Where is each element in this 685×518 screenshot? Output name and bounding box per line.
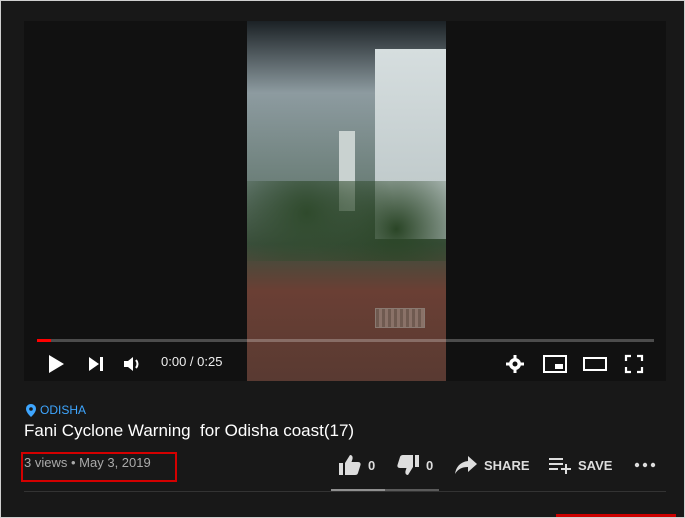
video-title: Fani Cyclone Warning for Odisha coast(17… [24,421,355,440]
miniplayer-button[interactable] [542,352,568,376]
location-label: ODISHA [40,403,87,417]
save-label: SAVE [578,457,613,473]
progress-bar[interactable] [37,339,654,342]
theater-mode-button[interactable] [582,352,608,376]
progress-fill [37,339,51,342]
video-frame[interactable] [247,21,446,381]
player-controls: 0:00 / 0:25 [24,347,666,381]
share-button[interactable]: SHARE [454,453,530,477]
thumbs-up-icon [339,455,361,475]
video-plants [247,181,446,261]
settings-button[interactable] [503,352,527,376]
more-options-button[interactable] [634,453,656,477]
settings-gear-icon [506,355,524,373]
location-tag[interactable]: ODISHA [26,403,86,417]
video-drain-grate [375,308,425,328]
share-arrow-icon [455,456,477,474]
time-display: 0:00 / 0:25 [161,354,223,369]
next-button[interactable] [84,352,108,376]
section-divider [24,491,666,492]
volume-icon [124,357,139,371]
more-options-icon [634,462,656,468]
theater-mode-icon [583,357,607,371]
volume-button[interactable] [121,352,145,376]
play-button[interactable] [44,352,68,376]
thumbs-down-icon [397,455,419,475]
like-count: 0 [368,457,376,473]
video-player[interactable]: 0:00 / 0:25 [24,21,666,381]
bottom-accent-strip [556,514,676,517]
miniplayer-icon [543,355,567,373]
next-icon [89,357,103,371]
highlight-box [21,452,177,482]
dislike-count: 0 [426,457,434,473]
dislike-button[interactable]: 0 [396,453,433,477]
fullscreen-button[interactable] [622,352,646,376]
location-pin-icon [26,403,36,417]
save-button[interactable]: SAVE [548,453,612,477]
play-icon [49,355,64,373]
fullscreen-icon [624,354,644,374]
playlist-add-icon [549,458,571,474]
like-button[interactable]: 0 [338,453,375,477]
share-label: SHARE [484,457,530,473]
